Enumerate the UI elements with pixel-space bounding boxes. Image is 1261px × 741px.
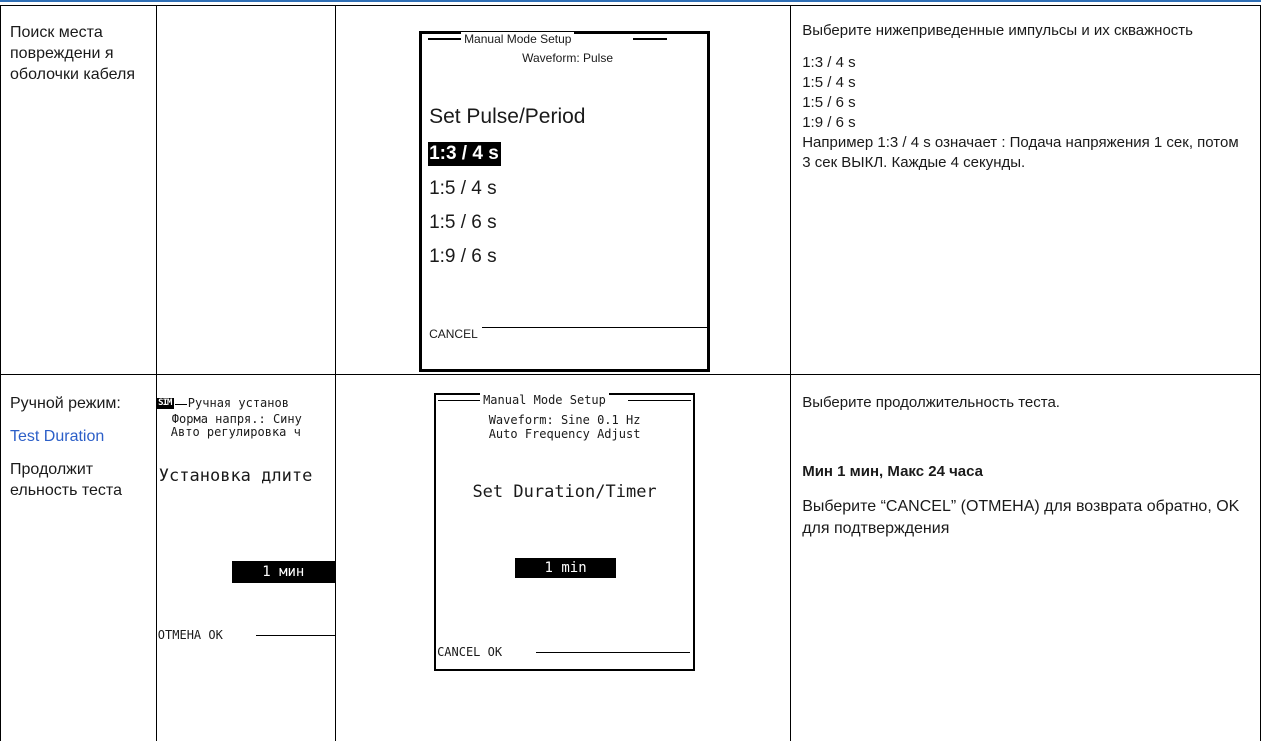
- description-intro: Выберите нижеприведенные импульсы и их с…: [802, 21, 1248, 41]
- softkey-rule: [256, 635, 336, 636]
- pulse-option[interactable]: 1:5 / 4 s: [429, 177, 497, 201]
- screen-heading: Установка длите: [159, 466, 313, 486]
- description-option: 1:5 / 6 s: [802, 93, 1248, 113]
- top-rule: [0, 0, 1261, 2]
- screen-heading: Set Pulse/Period: [429, 105, 585, 129]
- empty-cell: [156, 6, 335, 375]
- screen-title: Manual Mode Setup: [461, 32, 574, 46]
- duration-range: Мин 1 мин, Макс 24 часа: [802, 462, 1248, 482]
- device-screen-pulse: Manual Mode Setup Waveform: Pulse Set Pu…: [419, 31, 710, 372]
- duration-value[interactable]: 1 min: [515, 558, 616, 578]
- waveform-label: Форма напря.: Сину: [172, 412, 302, 426]
- pulse-option-selected[interactable]: 1:3 / 4 s: [428, 142, 501, 166]
- description-option: 1:5 / 4 s: [802, 73, 1248, 93]
- section-title: Ручной режим:: [10, 393, 150, 414]
- description-cell: Выберите нижеприведенные импульсы и их с…: [791, 6, 1261, 375]
- softkey-rule: [482, 327, 707, 328]
- device-screen-ru: SIM Ручная установ Форма напря.: Сину Ав…: [157, 375, 336, 741]
- header-rule-right: [633, 38, 667, 40]
- section-cell: Поиск места повреждени я оболочки кабеля: [1, 6, 157, 375]
- description-intro: Выберите продолжительность теста.: [802, 393, 1248, 413]
- header-rule-left: [428, 38, 462, 40]
- auto-adjust-label: Auto Frequency Adjust: [436, 427, 693, 441]
- waveform-label: Waveform: Sine 0.1 Hz: [436, 413, 693, 427]
- section-link[interactable]: Test Duration: [10, 426, 150, 447]
- header-rule-right: [628, 400, 691, 401]
- section-cell: Ручной режим: Test Duration Продолжит ел…: [1, 375, 157, 741]
- duration-value[interactable]: 1 мин: [232, 561, 335, 583]
- waveform-label: Waveform: Pulse: [422, 51, 707, 65]
- header-rule-left: [438, 400, 482, 401]
- device-screen-en: Manual Mode Setup Waveform: Sine 0.1 Hz …: [434, 393, 695, 671]
- description-example: Например 1:3 / 4 s означает : Подача нап…: [802, 133, 1248, 173]
- description-option: 1:3 / 4 s: [802, 53, 1248, 73]
- description-cell: Выберите продолжительность теста. Мин 1 …: [791, 375, 1261, 741]
- screen-cell-en: Manual Mode Setup Waveform: Sine 0.1 Hz …: [336, 375, 791, 741]
- pulse-option[interactable]: 1:5 / 6 s: [429, 211, 497, 235]
- description-option: 1:9 / 6 s: [802, 113, 1248, 133]
- screen-cell: Manual Mode Setup Waveform: Pulse Set Pu…: [336, 6, 791, 375]
- screen-cell-ru: SIM Ручная установ Форма напря.: Сину Ав…: [156, 375, 335, 741]
- screen-heading: Set Duration/Timer: [436, 482, 693, 502]
- section-label: Продолжит ельность теста: [10, 459, 150, 501]
- screen-title: Ручная установ: [188, 396, 289, 410]
- pulse-option[interactable]: 1:9 / 6 s: [429, 245, 497, 269]
- table-row: Ручной режим: Test Duration Продолжит ел…: [1, 375, 1261, 741]
- section-label: Поиск места повреждени я оболочки кабеля: [10, 22, 150, 85]
- instruction-table: Поиск места повреждени я оболочки кабеля…: [0, 5, 1261, 741]
- sim-icon: SIM: [156, 398, 174, 409]
- softkey-rule: [536, 652, 690, 653]
- softkeys[interactable]: ОТМЕНА OK: [158, 628, 223, 642]
- screen-title: Manual Mode Setup: [480, 393, 609, 407]
- table-row: Поиск места повреждени я оболочки кабеля…: [1, 6, 1261, 375]
- softkeys[interactable]: CANCEL OK: [437, 645, 502, 659]
- cancel-softkey[interactable]: CANCEL: [429, 327, 478, 341]
- header-rule: [175, 404, 187, 405]
- auto-adjust-label: Авто регулировка ч: [171, 425, 301, 439]
- description-hint: Выберите “CANCEL” (ОТМЕНА) для возврата …: [802, 496, 1248, 540]
